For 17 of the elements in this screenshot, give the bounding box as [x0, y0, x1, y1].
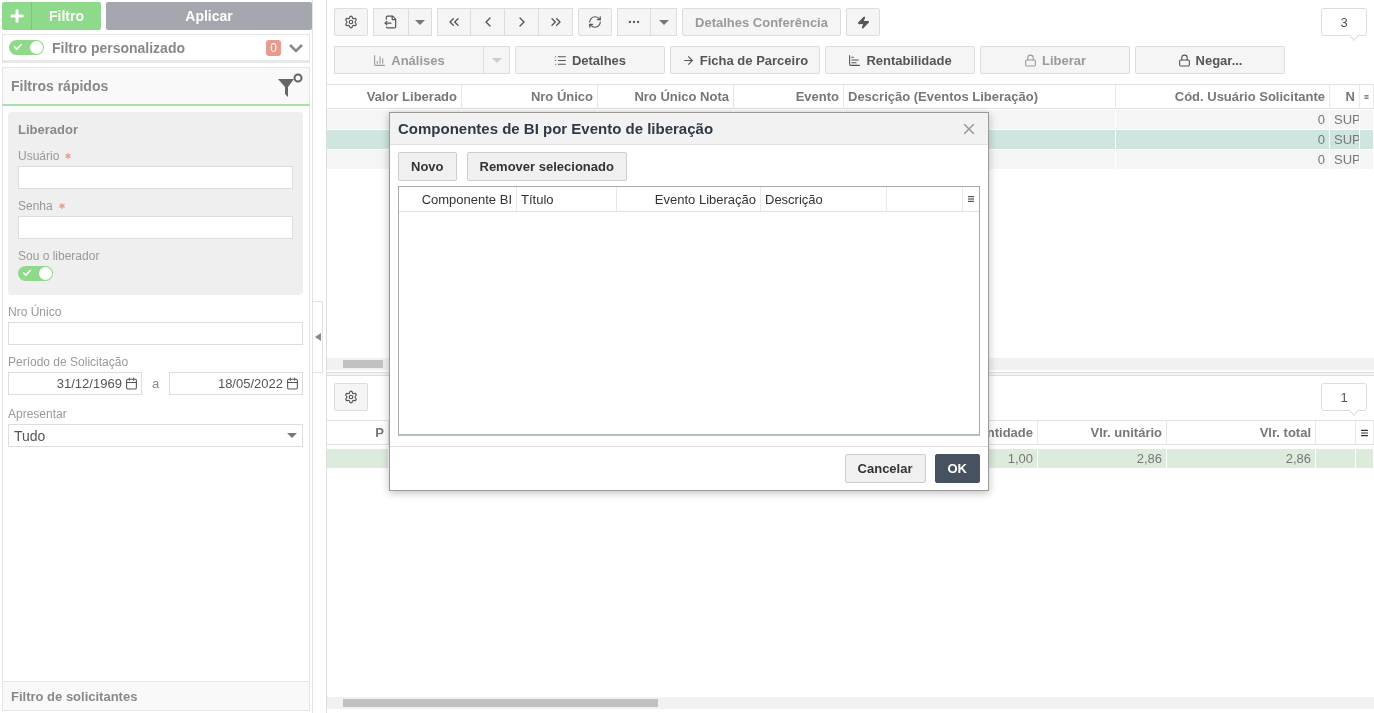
field-label: Apresentar: [8, 407, 67, 421]
table-cell: 2,86: [1167, 449, 1316, 468]
custom-filter-label: Filtro personalizado: [52, 39, 186, 56]
table-cell: 2,86: [1038, 449, 1167, 468]
field-label: Nro Único: [8, 305, 62, 319]
card-title: Liberador: [18, 122, 79, 137]
table-cell: 0: [1116, 110, 1330, 129]
field-label: Sou o liberador: [18, 249, 100, 263]
field-label: Senha: [18, 199, 53, 213]
table-cell: 0: [1116, 130, 1330, 149]
filter-count: 0: [266, 39, 281, 56]
table-cell: 0: [1116, 150, 1330, 169]
field-label: Usuário: [18, 149, 60, 163]
dialog-title: Componentes de BI por Evento de liberação: [398, 120, 714, 137]
quick-filters-title: Filtros rápidos: [11, 78, 109, 94]
range-separator: a: [151, 376, 160, 391]
field-label: Período de Solicitação: [8, 355, 129, 369]
